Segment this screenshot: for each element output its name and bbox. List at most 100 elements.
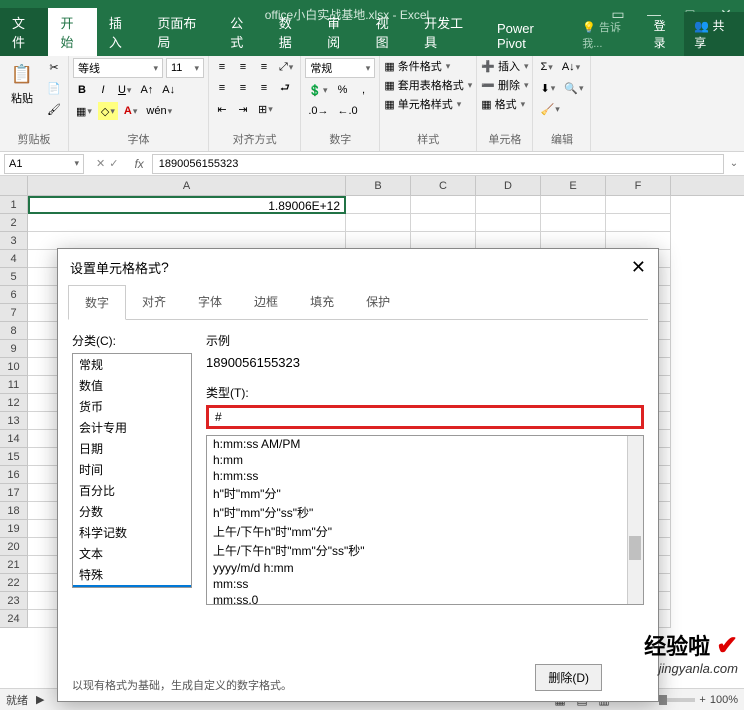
category-item[interactable]: 常规 [73, 354, 191, 375]
cell[interactable]: 1.89006E+12 [28, 196, 346, 214]
cell[interactable] [606, 214, 671, 232]
format-painter-icon[interactable]: 🖌 [44, 100, 64, 118]
copy-icon[interactable]: 📄 [44, 79, 64, 97]
tab-powerpivot[interactable]: Power Pivot [485, 16, 574, 56]
type-list-item[interactable]: mm:ss [207, 576, 643, 592]
category-item[interactable]: 会计专用 [73, 417, 191, 438]
cancel-formula-icon[interactable]: ✕ [96, 157, 105, 170]
font-size-combo[interactable]: 11▾ [166, 58, 204, 78]
row-header[interactable]: 13 [0, 412, 28, 430]
type-list-item[interactable]: h:mm:ss [207, 468, 643, 484]
row-header[interactable]: 22 [0, 574, 28, 592]
select-all-corner[interactable] [0, 176, 28, 195]
zoom-level[interactable]: 100% [710, 694, 738, 706]
tell-me[interactable]: 💡 告诉我... [574, 14, 645, 56]
login-button[interactable]: 登录 [646, 12, 685, 56]
row-header[interactable]: 6 [0, 286, 28, 304]
tab-view[interactable]: 视图 [364, 8, 412, 56]
autosum-icon[interactable]: Σ▾ [537, 58, 555, 76]
decrease-decimal-icon[interactable]: ←.0 [335, 102, 361, 120]
align-middle-icon[interactable]: ≡ [234, 58, 252, 76]
row-header[interactable]: 18 [0, 502, 28, 520]
col-header-d[interactable]: D [476, 176, 541, 195]
cell[interactable] [476, 196, 541, 214]
align-center-icon[interactable]: ≡ [234, 79, 252, 97]
row-header[interactable]: 8 [0, 322, 28, 340]
type-list-item[interactable]: h"时"mm"分"ss"秒" [207, 503, 643, 522]
insert-cells-button[interactable]: ➕ 插入▾ [481, 58, 528, 74]
align-right-icon[interactable]: ≡ [255, 79, 273, 97]
cell[interactable] [606, 196, 671, 214]
cell-styles-button[interactable]: ▦ 单元格样式▾ [384, 96, 472, 112]
category-item[interactable]: 自定义 [73, 585, 191, 588]
row-header[interactable]: 20 [0, 538, 28, 556]
bold-button[interactable]: B [73, 81, 91, 99]
cell[interactable] [411, 196, 476, 214]
type-list-item[interactable]: 上午/下午h"时"mm"分"ss"秒" [207, 541, 643, 560]
share-button[interactable]: 👥 共享 [684, 12, 744, 56]
clear-icon[interactable]: 🧹▾ [537, 100, 562, 118]
cell[interactable] [541, 214, 606, 232]
conditional-format-button[interactable]: ▦ 条件格式▾ [384, 58, 472, 74]
type-input[interactable] [206, 405, 644, 429]
font-name-combo[interactable]: 等线▾ [73, 58, 163, 78]
category-item[interactable]: 货币 [73, 396, 191, 417]
row-header[interactable]: 14 [0, 430, 28, 448]
cell[interactable] [346, 214, 411, 232]
cell[interactable] [411, 214, 476, 232]
tab-formulas[interactable]: 公式 [218, 8, 266, 56]
fx-icon[interactable]: fx [126, 157, 151, 171]
merge-center-button[interactable]: ⊞▾ [255, 100, 276, 118]
paste-button[interactable]: 📋 粘贴 [4, 58, 40, 108]
col-header-e[interactable]: E [541, 176, 606, 195]
tab-insert[interactable]: 插入 [97, 8, 145, 56]
type-list-item[interactable]: yyyy/m/d h:mm [207, 560, 643, 576]
tab-home[interactable]: 开始 [48, 8, 96, 56]
row-header[interactable]: 24 [0, 610, 28, 628]
category-item[interactable]: 特殊 [73, 564, 191, 585]
dialog-close-icon[interactable]: ✕ [631, 257, 646, 278]
row-header[interactable]: 3 [0, 232, 28, 250]
cell[interactable] [541, 196, 606, 214]
category-item[interactable]: 文本 [73, 543, 191, 564]
table-format-button[interactable]: ▦ 套用表格格式▾ [384, 77, 472, 93]
dlg-tab-number[interactable]: 数字 [68, 285, 126, 320]
row-header[interactable]: 2 [0, 214, 28, 232]
row-header[interactable]: 17 [0, 484, 28, 502]
accounting-format-icon[interactable]: 💲▾ [305, 81, 330, 99]
percent-icon[interactable]: % [334, 81, 352, 99]
cell[interactable] [476, 214, 541, 232]
font-color-button[interactable]: A▾ [121, 102, 140, 120]
tab-review[interactable]: 审阅 [315, 8, 363, 56]
row-header[interactable]: 5 [0, 268, 28, 286]
status-macro-icon[interactable]: ▶ [36, 693, 44, 706]
row-header[interactable]: 19 [0, 520, 28, 538]
tab-data[interactable]: 数据 [267, 8, 315, 56]
col-header-b[interactable]: B [346, 176, 411, 195]
cut-icon[interactable]: ✂ [44, 58, 64, 76]
formula-bar[interactable]: 1890056155323 [152, 154, 724, 174]
category-item[interactable]: 日期 [73, 438, 191, 459]
fill-icon[interactable]: ⬇▾ [537, 79, 558, 97]
dialog-help-icon[interactable]: ? [161, 259, 169, 275]
comma-icon[interactable]: , [355, 81, 373, 99]
tab-developer[interactable]: 开发工具 [412, 8, 485, 56]
category-item[interactable]: 时间 [73, 459, 191, 480]
align-left-icon[interactable]: ≡ [213, 79, 231, 97]
row-header[interactable]: 12 [0, 394, 28, 412]
enter-formula-icon[interactable]: ✓ [109, 157, 118, 170]
align-bottom-icon[interactable]: ≡ [255, 58, 273, 76]
row-header[interactable]: 11 [0, 376, 28, 394]
border-button[interactable]: ▦▾ [73, 102, 95, 120]
row-header[interactable]: 10 [0, 358, 28, 376]
wrap-text-icon[interactable]: ⮐ [276, 79, 294, 97]
fill-color-button[interactable]: ◇▾ [98, 102, 118, 120]
orientation-icon[interactable]: ⤢▾ [276, 58, 296, 76]
tab-file[interactable]: 文件 [0, 8, 48, 56]
category-item[interactable]: 分数 [73, 501, 191, 522]
dlg-tab-protect[interactable]: 保护 [350, 285, 406, 319]
dlg-tab-border[interactable]: 边框 [238, 285, 294, 319]
category-item[interactable]: 数值 [73, 375, 191, 396]
format-cells-button[interactable]: ▦ 格式▾ [481, 96, 528, 112]
name-box[interactable]: A1▾ [4, 154, 84, 174]
